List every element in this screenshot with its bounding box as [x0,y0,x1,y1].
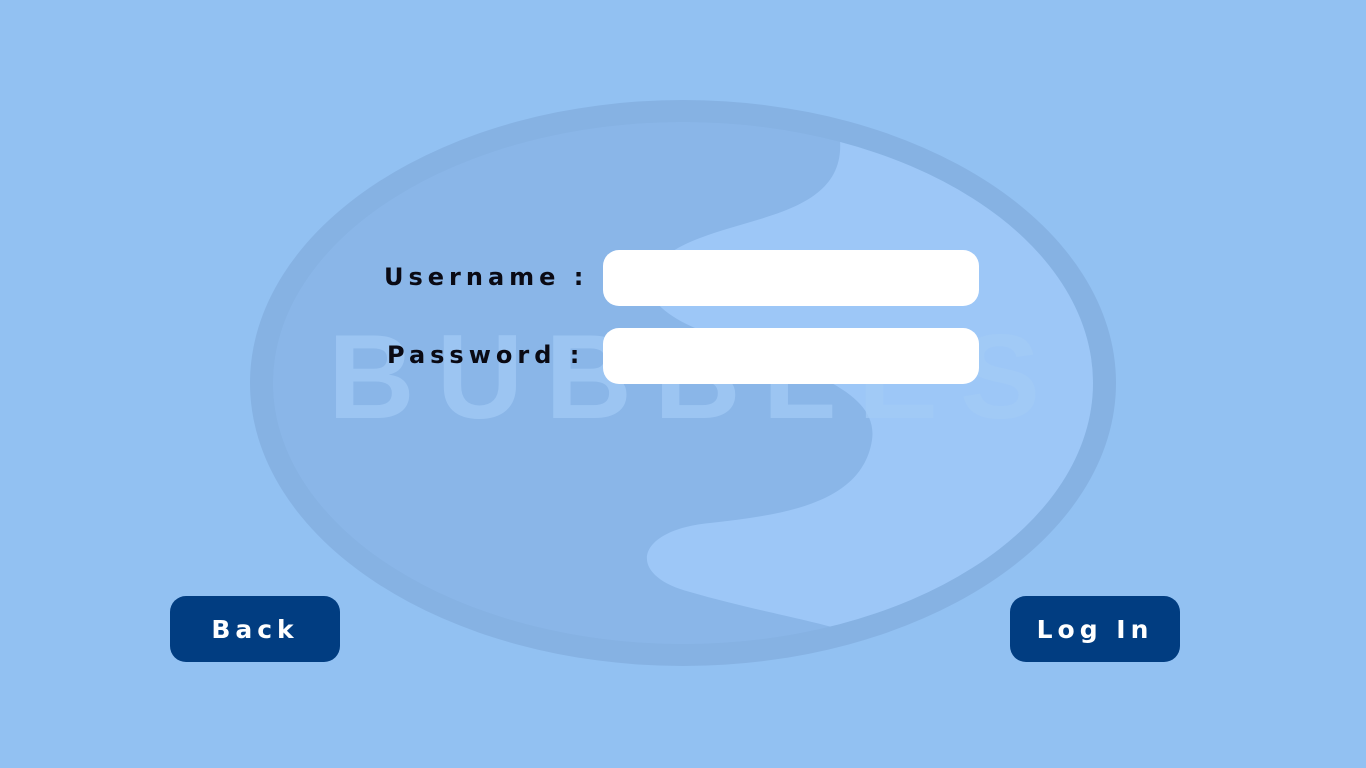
username-input[interactable] [603,250,979,306]
login-button[interactable]: Log In [1010,596,1180,662]
login-button-label: Log In [1036,614,1154,644]
password-label: Password : [387,341,585,369]
username-label: Username : [384,263,589,291]
password-input[interactable] [603,328,979,384]
back-button-label: Back [211,614,299,644]
back-button[interactable]: Back [170,596,340,662]
